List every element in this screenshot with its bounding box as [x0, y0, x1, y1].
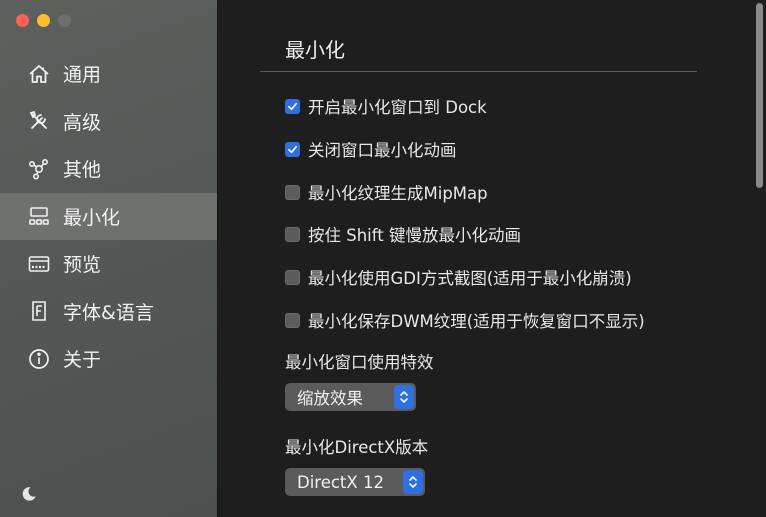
option-label: 开启最小化窗口到 Dock — [308, 98, 487, 117]
sidebar-item-label: 预览 — [63, 254, 102, 277]
option-label: 关闭窗口最小化动画 — [308, 141, 457, 160]
checkbox-unchecked[interactable] — [285, 226, 300, 242]
checkbox-checked[interactable] — [285, 98, 300, 114]
option-label: 最小化保存DWM纹理(适用于恢复窗口不显示) — [308, 312, 645, 331]
sidebar-item-minimize[interactable]: 最小化 — [0, 192, 217, 240]
sidebar-item-advanced[interactable]: 高级 — [0, 98, 217, 146]
title-divider — [260, 71, 697, 72]
sidebar-item-label: 其他 — [63, 159, 102, 182]
molecule-icon — [27, 157, 51, 181]
sidebar-item-general[interactable]: 通用 — [0, 50, 217, 98]
close-button[interactable] — [16, 14, 29, 27]
sidebar: 通用 高级 其他 最小化 预览 字体&语言 关于 — [0, 0, 218, 517]
sidebar-nav: 通用 高级 其他 最小化 预览 字体&语言 关于 — [0, 50, 217, 383]
directx-select[interactable]: DirectX 12 — [285, 468, 425, 496]
up-down-chevron-icon — [394, 385, 414, 409]
minimize-grid-icon — [27, 204, 51, 228]
checkbox-unchecked[interactable] — [285, 184, 300, 200]
option-label: 按住 Shift 键慢放最小化动画 — [308, 226, 521, 245]
sidebar-item-other[interactable]: 其他 — [0, 145, 217, 193]
window-controls — [16, 14, 71, 27]
option-shift-slow-motion[interactable]: 按住 Shift 键慢放最小化动画 — [285, 222, 521, 246]
option-gdi-capture[interactable]: 最小化使用GDI方式截图(适用于最小化崩溃) — [285, 265, 632, 289]
info-icon — [27, 347, 51, 371]
effect-label: 最小化窗口使用特效 — [285, 353, 434, 372]
sidebar-item-font-language[interactable]: 字体&语言 — [0, 288, 217, 336]
sidebar-item-label: 通用 — [63, 64, 102, 87]
preview-icon — [27, 252, 51, 276]
sidebar-item-about[interactable]: 关于 — [0, 335, 217, 383]
font-icon — [27, 299, 51, 323]
preferences-window: 通用 高级 其他 最小化 预览 字体&语言 关于 最小化 开启最小化窗口到 Do… — [0, 0, 766, 517]
directx-select-value: DirectX 12 — [297, 472, 384, 492]
moon-icon[interactable] — [20, 485, 38, 503]
sidebar-item-label: 高级 — [63, 111, 102, 134]
directx-label: 最小化DirectX版本 — [285, 438, 429, 457]
sidebar-item-label: 字体&语言 — [63, 301, 154, 324]
tools-icon — [27, 109, 51, 133]
option-label: 最小化纹理生成MipMap — [308, 184, 488, 203]
main-panel: 最小化 开启最小化窗口到 Dock 关闭窗口最小化动画 最小化纹理生成MipMa… — [218, 0, 766, 517]
zoom-button[interactable] — [58, 14, 71, 27]
checkbox-unchecked[interactable] — [285, 269, 300, 285]
page-title: 最小化 — [285, 38, 345, 62]
effect-select-value: 缩放效果 — [297, 389, 363, 408]
option-disable-minimize-animation[interactable]: 关闭窗口最小化动画 — [285, 137, 457, 161]
up-down-chevron-icon — [403, 470, 423, 494]
checkbox-unchecked[interactable] — [285, 312, 300, 328]
minimize-button[interactable] — [37, 14, 50, 27]
sidebar-item-preview[interactable]: 预览 — [0, 240, 217, 288]
option-label: 最小化使用GDI方式截图(适用于最小化崩溃) — [308, 269, 632, 288]
effect-select[interactable]: 缩放效果 — [285, 383, 416, 411]
vertical-scrollbar[interactable] — [752, 0, 766, 517]
sidebar-item-label: 关于 — [63, 349, 102, 372]
sidebar-item-label: 最小化 — [63, 206, 121, 229]
scrollbar-thumb[interactable] — [756, 3, 763, 188]
option-save-dwm-texture[interactable]: 最小化保存DWM纹理(适用于恢复窗口不显示) — [285, 308, 645, 332]
house-icon — [27, 62, 51, 86]
checkbox-checked[interactable] — [285, 141, 300, 157]
option-mipmap[interactable]: 最小化纹理生成MipMap — [285, 180, 488, 204]
option-minimize-to-dock[interactable]: 开启最小化窗口到 Dock — [285, 94, 487, 118]
